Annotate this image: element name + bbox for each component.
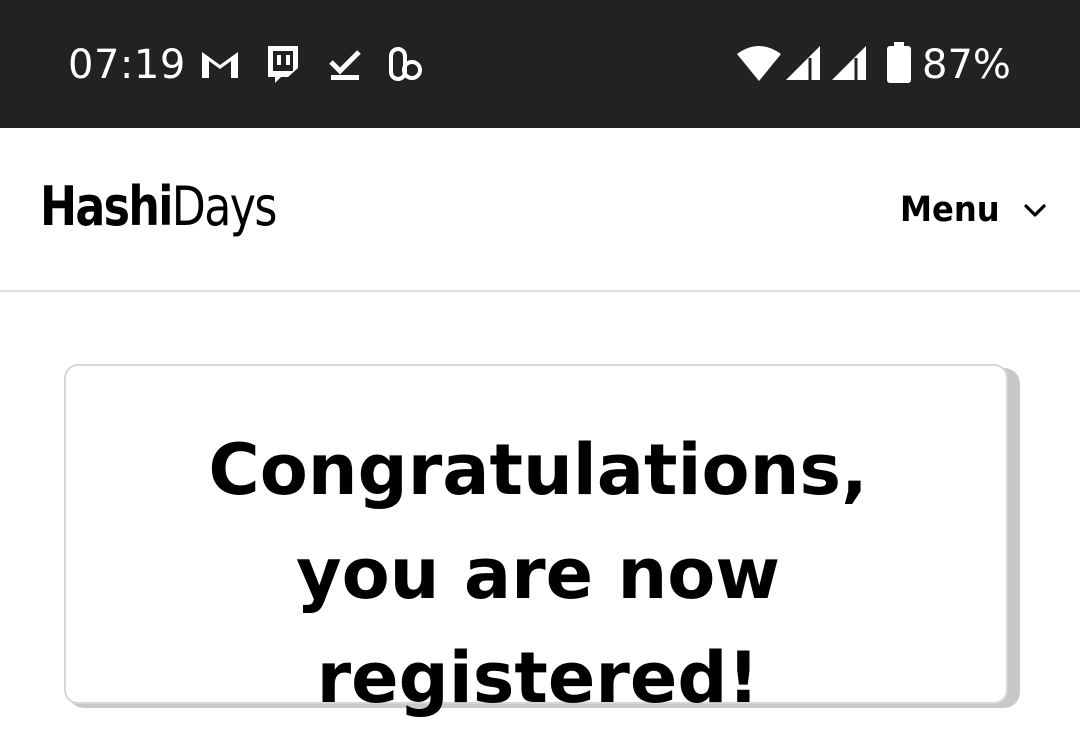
battery-icon xyxy=(887,42,911,83)
twitch-icon xyxy=(268,46,298,83)
signal-icon xyxy=(786,46,820,80)
confirmation-title: Congratulations, you are now registered! xyxy=(208,429,868,719)
download-done-icon xyxy=(329,50,361,80)
registration-confirmation-card: Congratulations, you are now registered! xyxy=(64,364,1008,719)
signal-icon xyxy=(832,46,866,80)
app-icon xyxy=(389,47,422,81)
status-time: 07:19 xyxy=(68,42,186,88)
wifi-icon xyxy=(737,46,781,81)
chevron-down-icon xyxy=(1024,204,1047,217)
site-header: HashiDays Menu xyxy=(0,128,1080,292)
status-bar: 07:19 87% xyxy=(0,0,1080,128)
menu-label: Menu xyxy=(900,190,1000,230)
battery-percent: 87% xyxy=(922,42,1011,88)
hashidays-logo[interactable]: HashiDays xyxy=(40,172,278,242)
logo-light-text: Days xyxy=(171,175,278,238)
menu-button[interactable]: Menu xyxy=(900,186,1048,234)
logo-bold-text: Hashi xyxy=(40,175,173,238)
gmail-icon xyxy=(202,52,238,78)
